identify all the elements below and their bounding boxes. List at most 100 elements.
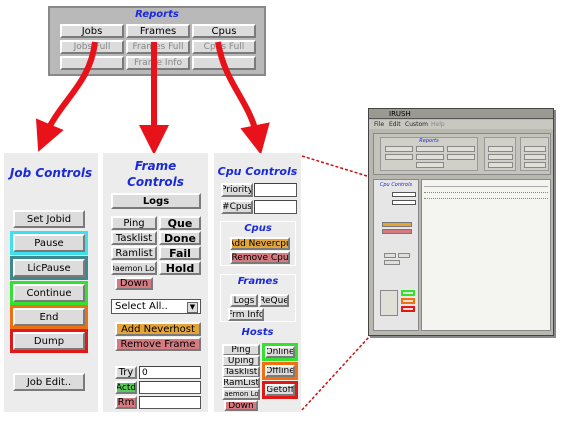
irush-list-row-2[interactable] [424, 196, 548, 199]
irush-mini-box-2-btn-1[interactable] [488, 146, 513, 152]
select-all-dropdown[interactable]: Select All.. ▼ [111, 299, 201, 314]
irush-mini-btn-2[interactable] [416, 146, 444, 152]
irush-mini-box-3 [520, 137, 549, 171]
irush-menu-help[interactable]: Help [431, 121, 445, 128]
irush-mini-host-btns[interactable] [380, 290, 398, 316]
num-cpus-input[interactable] [254, 200, 297, 214]
set-jobid-button[interactable]: Set Jobid [13, 210, 85, 228]
irush-mini-getoff-btn[interactable] [401, 306, 415, 312]
irush-list-row-1[interactable] [424, 190, 548, 193]
irush-mini-box-2-btn-3[interactable] [488, 162, 513, 168]
irush-mini-btn-6[interactable] [447, 154, 475, 160]
irush-reports-mini: Reports [380, 137, 478, 171]
irush-job-list [421, 179, 551, 331]
irush-mini-btn-5[interactable] [416, 154, 444, 160]
frame-que-button[interactable]: Que [159, 216, 201, 230]
job-controls-title: Job Controls [9, 166, 93, 180]
try-button[interactable]: Try [115, 366, 137, 379]
irush-menu-edit[interactable]: Edit [389, 121, 401, 128]
reports-frames-full-button[interactable]: Frames Full [126, 40, 190, 54]
reports-cpus-button[interactable]: Cpus [192, 24, 256, 38]
host-online-button[interactable]: Online [265, 346, 295, 358]
reports-title: Reports [135, 9, 179, 20]
frame-tasklist-button[interactable]: Tasklist [111, 231, 157, 245]
host-down-button[interactable]: Down [224, 400, 258, 411]
irush-mini-box-3-btn-2[interactable] [524, 154, 546, 160]
irush-mini-box-2-btn-2[interactable] [488, 154, 513, 160]
cpu-reque-button[interactable]: ReQue [259, 294, 289, 307]
irush-mini-online-btn[interactable] [401, 290, 415, 296]
actd-button[interactable]: Actd [115, 381, 137, 394]
end-button[interactable]: End [13, 308, 85, 326]
irush-top-area: Reports [373, 133, 551, 175]
dump-button[interactable]: Dump [13, 332, 85, 350]
irush-titlebar: IRUSH [369, 109, 553, 119]
cpu-logs-button[interactable]: Logs [230, 294, 258, 307]
irush-list-header [424, 182, 548, 187]
frame-ping-button[interactable]: Ping [111, 216, 157, 230]
connector-line-bottom [301, 324, 381, 411]
host-daemon-log-button[interactable]: Daemon Log [222, 388, 260, 400]
pause-button[interactable]: Pause [13, 234, 85, 252]
cpu-frm-info-button[interactable]: Frm Info [228, 308, 264, 321]
frame-controls-title-line1: Frame [134, 159, 177, 173]
remove-cpu-button[interactable]: Remove Cpu [230, 251, 290, 264]
reports-frame-info-button[interactable]: Frame Info [126, 56, 190, 70]
rm-input[interactable] [139, 396, 201, 409]
irush-mini-offline-btn[interactable] [401, 298, 415, 304]
continue-button[interactable]: Continue [13, 284, 85, 302]
frame-done-button[interactable]: Done [159, 231, 201, 245]
irush-mini-red-btn[interactable] [382, 229, 412, 234]
select-all-value: Select All.. [115, 301, 168, 312]
irush-mini-box-3-btn-3[interactable] [524, 162, 546, 168]
reports-panel: Reports Jobs Frames Cpus Jobs Full Frame… [48, 6, 266, 76]
job-controls-panel: Job Controls Set Jobid Pause LicPause Co… [4, 153, 98, 412]
irush-menu-file[interactable]: File [374, 121, 384, 128]
reports-frames-button[interactable]: Frames [126, 24, 190, 38]
try-input[interactable]: 0 [139, 366, 201, 379]
cpu-controls-title: Cpu Controls [217, 165, 298, 178]
irush-mini-btn-7[interactable] [416, 162, 444, 168]
irush-mini-frames-btn-1[interactable] [384, 253, 396, 258]
irush-mini-box-3-btn-1[interactable] [524, 146, 546, 152]
irush-mini-btn-1[interactable] [385, 146, 413, 152]
remove-frame-button[interactable]: Remove Frame [115, 337, 201, 351]
reports-jobs-button[interactable]: Jobs [60, 24, 124, 38]
reports-jobs-full-button[interactable]: Jobs Full [60, 40, 124, 54]
irush-menubar: File Edit Custom Help [369, 120, 553, 129]
frame-daemon-log-button[interactable]: Daemon Log [111, 261, 157, 275]
irush-reports-mini-title: Reports [419, 138, 439, 144]
irush-cpu-controls-title: Cpu Controls [379, 182, 413, 188]
job-edit-button[interactable]: Job Edit.. [13, 373, 85, 391]
host-getoff-button[interactable]: Getoff [265, 384, 295, 396]
irush-window-thumbnail: IRUSH File Edit Custom Help Reports Cpu … [368, 108, 554, 336]
actd-input[interactable] [139, 381, 201, 394]
reports-cpus-full-button[interactable]: Cpus Full [192, 40, 256, 54]
irush-mini-input-2[interactable] [392, 200, 416, 205]
licpause-button[interactable]: LicPause [13, 259, 85, 277]
host-offline-button[interactable]: Offline [265, 365, 295, 377]
frame-controls-panel: Frame Controls Logs Ping Tasklist Ramlis… [103, 153, 208, 412]
irush-mini-btn-4[interactable] [385, 154, 413, 160]
frame-hold-button[interactable]: Hold [159, 261, 201, 275]
priority-button[interactable]: Priority [221, 183, 253, 197]
add-neverhost-button[interactable]: Add Neverhost [115, 322, 201, 336]
irush-mini-input-1[interactable] [392, 192, 416, 197]
frame-fail-button[interactable]: Fail [159, 246, 201, 260]
add-nevercpu-button[interactable]: Add Nevercpu [230, 237, 290, 250]
num-cpus-button[interactable]: #Cpus [221, 200, 253, 214]
irush-mini-frames-btn-3[interactable] [384, 260, 400, 265]
frame-ramlist-button[interactable]: Ramlist [111, 246, 157, 260]
priority-input[interactable] [254, 183, 297, 197]
rm-button[interactable]: Rm [115, 396, 137, 409]
irush-mini-btn-3[interactable] [447, 146, 475, 152]
frame-logs-button[interactable]: Logs [111, 193, 201, 209]
irush-mini-frames-btn-2[interactable] [398, 253, 410, 258]
irush-mini-orange-btn[interactable] [382, 222, 412, 227]
frame-down-button[interactable]: Down [115, 277, 153, 290]
hosts-section-title: Hosts [241, 327, 274, 338]
frames-section: Frames Logs ReQue Frm Info [220, 274, 296, 322]
irush-menu-custom[interactable]: Custom [405, 121, 428, 128]
chevron-down-icon: ▼ [187, 302, 198, 313]
irush-title: IRUSH [389, 110, 411, 118]
